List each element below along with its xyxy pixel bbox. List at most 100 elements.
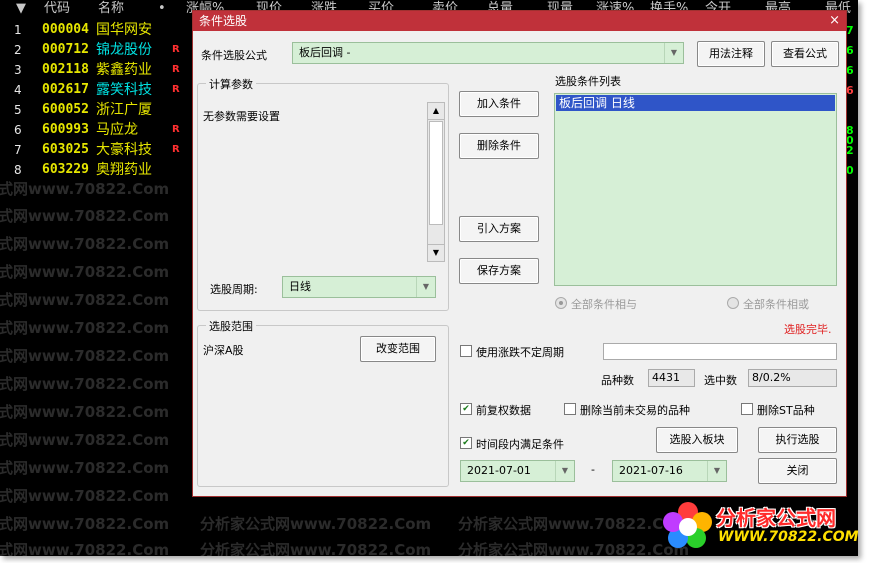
selected-value: 8/0.2%: [748, 369, 837, 387]
time-range-checkbox[interactable]: ✔: [460, 437, 472, 449]
params-scrollbar[interactable]: ▲ ▼: [427, 102, 445, 262]
scroll-thumb[interactable]: [429, 121, 443, 225]
flower-logo-icon: [663, 502, 712, 548]
stock-code: 600993: [42, 122, 89, 137]
period-select[interactable]: 日线 ▼: [282, 276, 436, 298]
formula-label: 条件选股公式: [201, 49, 267, 62]
date-separator: -: [591, 463, 595, 476]
change-range-button[interactable]: 改变范围: [360, 336, 436, 362]
table-row[interactable]: 1 000004 国华网安: [0, 20, 200, 40]
period-value: 日线: [289, 280, 311, 293]
params-group-caption: 计算参数: [206, 76, 256, 92]
close-button[interactable]: 关闭: [758, 458, 837, 484]
uncertain-period-input[interactable]: [603, 343, 837, 360]
header-col[interactable]: 名称: [98, 0, 124, 17]
table-row[interactable]: 4 002617 露笑科技 R: [0, 80, 200, 100]
delete-untraded-label: 删除当前未交易的品种: [580, 404, 690, 417]
stock-flag: R: [172, 44, 180, 55]
row-index: 8: [14, 163, 22, 177]
delete-st-checkbox[interactable]: [741, 403, 753, 415]
watermark: 式网www.70822.Com: [0, 375, 170, 393]
condition-list[interactable]: 板后回调 日线: [554, 93, 837, 286]
usage-button[interactable]: 用法注释: [697, 41, 765, 67]
watermark: 式网www.70822.Com: [0, 541, 170, 556]
sort-arrow-icon[interactable]: ▼: [16, 0, 26, 17]
delete-st-label: 删除ST品种: [757, 404, 815, 417]
table-row[interactable]: 3 002118 紫鑫药业 R: [0, 60, 200, 80]
chevron-down-icon[interactable]: ▼: [555, 461, 574, 481]
time-range-label: 时间段内满足条件: [476, 438, 564, 451]
header-col[interactable]: 代码: [44, 0, 70, 17]
stock-name: 浙江广厦: [96, 102, 152, 118]
row-index: 4: [14, 83, 22, 97]
dialog-titlebar[interactable]: 条件选股 ×: [193, 11, 846, 31]
site-logo: 分析家公式网 WWW.70822.COM: [660, 498, 858, 553]
range-group: 选股范围 沪深A股 改变范围: [197, 318, 449, 487]
uncertain-period-checkbox[interactable]: [460, 345, 472, 357]
watermark: 式网www.70822.Com: [0, 459, 170, 477]
watermark: 分析家公式网www.70822.Com: [458, 515, 690, 533]
add-condition-button[interactable]: 加入条件: [459, 91, 539, 117]
date-to-picker[interactable]: 2021-07-16 ▼: [612, 460, 727, 482]
scroll-down-icon[interactable]: ▼: [428, 244, 444, 261]
stock-name: 奥翔药业: [96, 162, 152, 178]
stock-filter-dialog: 条件选股 × 条件选股公式 板后回调 - ▼ 用法注释 查看公式 计算参数 无参…: [192, 10, 847, 497]
edge-value: 6: [846, 64, 854, 77]
radio-icon[interactable]: [727, 297, 739, 309]
delete-condition-button[interactable]: 删除条件: [459, 133, 539, 159]
table-row[interactable]: 6 600993 马应龙 R: [0, 120, 200, 140]
stock-terminal: ▼ 代码 名称 • 涨幅% 现价 涨跌 买价 卖价 总量 现量 涨速% 换手% …: [0, 0, 858, 556]
watermark: 式网www.70822.Com: [0, 515, 170, 533]
import-plan-button[interactable]: 引入方案: [459, 216, 539, 242]
edge-value: 6: [846, 44, 854, 57]
watermark: 式网www.70822.Com: [0, 263, 170, 281]
watermark: 式网www.70822.Com: [0, 235, 170, 253]
stock-name: 大豪科技: [96, 142, 152, 158]
chevron-down-icon[interactable]: ▼: [707, 461, 726, 481]
watermark: 分析家公式网www.70822.Com: [200, 541, 432, 556]
watermark: 式网www.70822.Com: [0, 403, 170, 421]
restore-checkbox[interactable]: ✔: [460, 403, 472, 415]
save-plan-button[interactable]: 保存方案: [459, 258, 539, 284]
chevron-down-icon[interactable]: ▼: [664, 43, 683, 63]
stock-name: 紫鑫药业: [96, 62, 152, 78]
edge-value: 6: [846, 84, 854, 97]
watermark: 式网www.70822.Com: [0, 291, 170, 309]
list-item[interactable]: 板后回调 日线: [556, 95, 835, 111]
row-index: 5: [14, 103, 22, 117]
radio-selected-dot: [559, 301, 563, 305]
table-row[interactable]: 8 603229 奥翔药业: [0, 160, 200, 180]
params-text: 无参数需要设置: [203, 110, 280, 123]
or-radio-label: 全部条件相或: [743, 298, 809, 311]
edge-value: 7: [846, 24, 854, 37]
close-icon[interactable]: ×: [829, 11, 840, 31]
stock-flag: R: [172, 144, 180, 155]
stock-name: 露笑科技: [96, 82, 152, 98]
watermark: 式网www.70822.Com: [0, 347, 170, 365]
uncertain-period-label: 使用涨跌不定周期: [476, 346, 564, 359]
stock-flag: R: [172, 84, 180, 95]
row-index: 7: [14, 143, 22, 157]
scroll-up-icon[interactable]: ▲: [428, 103, 444, 120]
table-row[interactable]: 7 603025 大豪科技 R: [0, 140, 200, 160]
edge-value: 0: [846, 164, 854, 177]
execute-button[interactable]: 执行选股: [758, 427, 837, 453]
dialog-title: 条件选股: [199, 14, 248, 28]
date-from-value: 2021-07-01: [467, 464, 531, 477]
stock-name: 国华网安: [96, 22, 152, 38]
table-row[interactable]: 5 600052 浙江广厦: [0, 100, 200, 120]
condition-item-label: 板后回调 日线: [559, 96, 635, 110]
view-formula-button[interactable]: 查看公式: [771, 41, 839, 67]
stock-code: 002118: [42, 62, 89, 77]
delete-untraded-checkbox[interactable]: [564, 403, 576, 415]
table-row[interactable]: 2 000712 锦龙股份 R: [0, 40, 200, 60]
watermark: 式网www.70822.Com: [0, 431, 170, 449]
date-from-picker[interactable]: 2021-07-01 ▼: [460, 460, 575, 482]
logo-title: 分析家公式网: [716, 506, 836, 530]
params-group: 计算参数 无参数需要设置 ▲ ▼ 选股周期: 日线 ▼: [197, 76, 449, 311]
formula-select[interactable]: 板后回调 - ▼: [292, 42, 684, 64]
row-index: 6: [14, 123, 22, 137]
header-col[interactable]: •: [158, 0, 166, 17]
chevron-down-icon[interactable]: ▼: [416, 277, 435, 297]
to-board-button[interactable]: 选股入板块: [656, 427, 738, 453]
